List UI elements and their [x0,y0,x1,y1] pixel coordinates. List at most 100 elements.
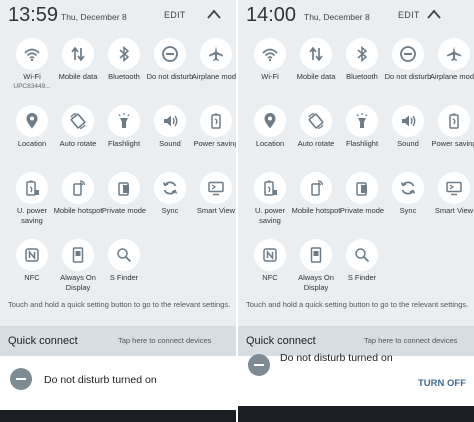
tile-sound[interactable]: Sound [148,105,192,165]
hint-text: Touch and hold a quick setting button to… [246,300,469,309]
notification-card[interactable]: Do not disturb turned on TURN OFF [238,352,474,406]
tile-airplane[interactable]: Airplane mode [429,38,474,98]
tile-circle [300,105,332,137]
tile-location[interactable]: Location [10,105,54,165]
hotspot-icon [311,180,324,196]
flashlight-icon [118,113,130,128]
tile-hotspot[interactable]: Mobile hotspot [54,172,102,232]
tile-ultra-power-saving[interactable]: U. power saving [248,172,292,232]
tile-bluetooth[interactable]: Bluetooth [340,38,384,98]
date: Thu, December 8 [61,12,127,22]
tile-hotspot[interactable]: Mobile hotspot [292,172,340,232]
tile-circle [254,239,286,271]
edit-button[interactable]: EDIT [398,10,420,20]
tile-circle [438,172,470,204]
tile-wifi[interactable]: Wi-Fi [248,38,292,98]
tile-nfc[interactable]: NFC [248,239,292,299]
tile-label-text: Auto rotate [297,139,335,148]
tile-label: Mobile hotspot [52,206,104,216]
tile-label: Always On Display [290,273,342,292]
tile-bluetooth[interactable]: Bluetooth [102,38,146,98]
tile-flashlight[interactable]: Flashlight [340,105,384,165]
nfc-icon [263,248,277,262]
tile-label: U. power saving [6,206,58,225]
tile-circle [108,172,140,204]
tile-private-mode[interactable]: Private mode [102,172,146,232]
tile-rotate[interactable]: Auto rotate [56,105,100,165]
tile-nfc[interactable]: NFC [10,239,54,299]
tile-label-text: Flashlight [107,139,141,148]
sound-icon [402,115,416,127]
tile-do-not-disturb[interactable]: Do not disturb [146,38,194,98]
tile-label-text: Mobile data [58,72,98,81]
tile-label: Do not disturb [382,72,434,82]
rotate-icon [308,112,324,130]
airplane-icon [447,46,461,61]
tile-circle [392,38,424,70]
notification-card[interactable]: Do not disturb turned on [0,356,236,410]
tile-label-text: Airplane mode [429,72,474,81]
always-on-display-icon [72,247,84,263]
tile-circle [200,105,232,137]
tile-airplane[interactable]: Airplane mode [192,38,236,98]
tile-s-finder[interactable]: S Finder [102,239,146,299]
quick-connect-title: Quick connect [246,335,316,347]
collapse-button[interactable] [426,8,442,22]
tile-always-on-display[interactable]: Always On Display [294,239,338,299]
tile-label-text: S Finder [109,273,139,282]
clock: 13:59 [8,4,59,26]
tile-sublabel: UPC83449... [13,82,51,90]
collapse-button[interactable] [206,8,222,22]
private-mode-icon [356,182,367,196]
tile-sync[interactable]: Sync [386,172,430,232]
tile-label-text: Mobile hotspot [53,206,103,215]
tile-label: Sound [382,139,434,149]
tile-circle [300,239,332,271]
notification-text: Do not disturb turned on [44,374,157,386]
tile-rotate[interactable]: Auto rotate [294,105,338,165]
tile-s-finder[interactable]: S Finder [340,239,384,299]
rotate-icon [70,112,86,130]
tile-power-saving[interactable]: Power saving [431,105,474,165]
tile-sync[interactable]: Sync [148,172,192,232]
tile-label: Auto rotate [52,139,104,149]
tile-label-text: Location [17,139,47,148]
tile-label: Mobile data [290,72,342,82]
tile-label-text: Sync [161,206,179,215]
chevron-up-icon [207,9,221,19]
tile-sound[interactable]: Sound [386,105,430,165]
tile-smart-view[interactable]: Smart View [432,172,474,232]
tile-label: S Finder [98,273,150,283]
tile-wifi[interactable]: Wi-Fi UPC83449... [10,38,54,98]
tile-label: Sync [144,206,196,216]
bluetooth-icon [357,45,368,63]
tile-mobile-data[interactable]: Mobile data [294,38,338,98]
tile-mobile-data[interactable]: Mobile data [56,38,100,98]
nfc-icon [25,248,39,262]
tile-private-mode[interactable]: Private mode [340,172,384,232]
tile-power-saving[interactable]: Power saving [193,105,236,165]
tile-location[interactable]: Location [248,105,292,165]
tile-label-text: Wi-Fi [23,72,41,81]
tile-label: Location [6,139,58,149]
tile-label-text: NFC [262,273,278,282]
edit-button[interactable]: EDIT [164,10,186,20]
tile-circle [300,38,332,70]
sync-icon [162,181,178,195]
tile-do-not-disturb[interactable]: Do not disturb [385,38,431,98]
tile-ultra-power-saving[interactable]: U. power saving [10,172,54,232]
tile-smart-view[interactable]: Smart View [194,172,236,232]
date: Thu, December 8 [304,12,370,22]
quick-connect-bar[interactable]: Quick connect Tap here to connect device… [0,326,236,356]
tile-label-text: U. power saving [254,206,285,225]
tile-label-text: Do not disturb [146,72,194,81]
tile-flashlight[interactable]: Flashlight [102,105,146,165]
s-finder-icon [117,248,132,263]
tile-always-on-display[interactable]: Always On Display [56,239,100,299]
tile-circle [254,172,286,204]
tile-label: NFC [6,273,58,283]
tile-circle [62,172,94,204]
tile-label: Power saving [428,139,474,149]
sound-icon [164,115,178,127]
turn-off-button[interactable]: TURN OFF [418,378,466,389]
